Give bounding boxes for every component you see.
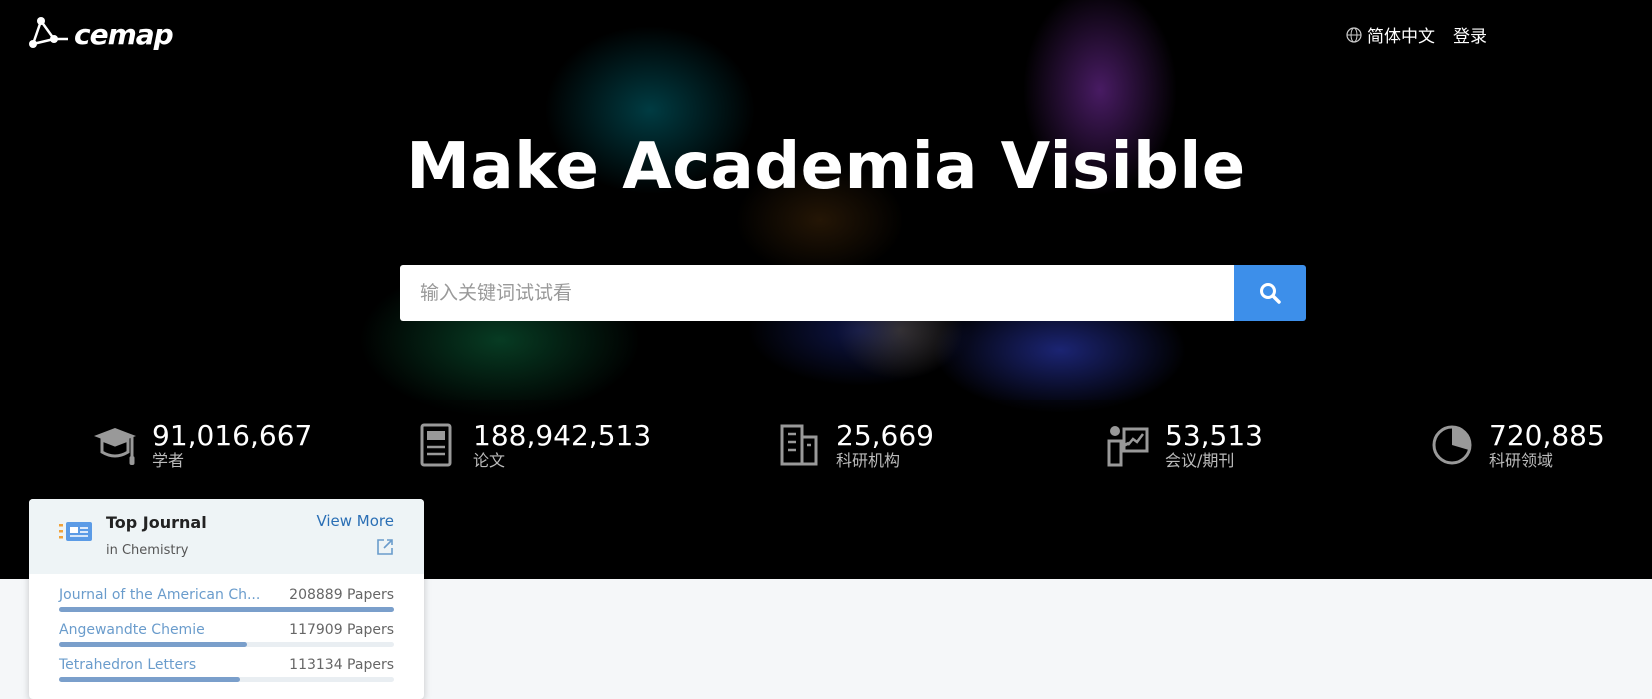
stat-fields: 720,885 科研领域: [1427, 420, 1605, 470]
hero-headline: Make Academia Visible: [406, 130, 1246, 204]
journal-bar-fill: [59, 642, 247, 647]
graduation-cap-icon: [90, 420, 140, 470]
stat-label: 会议/期刊: [1165, 451, 1235, 470]
pie-chart-icon: [1427, 420, 1477, 470]
hero-banner: cemap 简体中文 登录 Make Academia Visible 输入关键…: [0, 0, 1652, 579]
journal-paper-count: 208889 Papers: [289, 587, 394, 603]
search-bar: [400, 265, 1306, 321]
stat-value: 53,513: [1165, 419, 1263, 452]
stats-row: 91,016,667 学者 188,942,513 论文 25,669 科研机构…: [0, 420, 1652, 480]
building-icon: [774, 420, 824, 470]
stat-label: 论文: [473, 451, 506, 470]
top-journal-card: Top Journal in Chemistry View More Journ…: [29, 499, 424, 699]
language-switcher[interactable]: 简体中文: [1346, 22, 1435, 47]
search-icon: [1260, 283, 1281, 304]
external-link-icon[interactable]: [376, 538, 394, 560]
stat-value: 25,669: [836, 419, 934, 452]
journal-paper-count: 117909 Papers: [289, 622, 394, 638]
stat-value: 188,942,513: [473, 419, 652, 452]
journal-bar: [59, 677, 394, 682]
journal-icon: [59, 521, 93, 547]
top-nav: 简体中文 登录: [1346, 22, 1487, 47]
search-button[interactable]: [1234, 265, 1306, 321]
journal-name[interactable]: Journal of the American Ch...: [59, 587, 260, 603]
view-more-link[interactable]: View More: [316, 512, 394, 530]
language-label: 简体中文: [1367, 27, 1435, 47]
top-journal-title: Top Journal: [106, 513, 207, 532]
logo[interactable]: cemap: [28, 14, 174, 54]
presentation-icon: [1103, 420, 1153, 470]
stat-label: 学者: [152, 451, 185, 470]
stat-value: 720,885: [1489, 419, 1605, 452]
logo-icon: [29, 17, 68, 48]
journal-bar: [59, 642, 394, 647]
stat-institutions: 25,669 科研机构: [774, 420, 934, 470]
logo-text: cemap: [74, 17, 174, 51]
stat-label: 科研领域: [1489, 451, 1554, 470]
document-icon: [411, 420, 461, 470]
stat-papers: 188,942,513 论文: [411, 420, 651, 470]
journal-paper-count: 113134 Papers: [289, 657, 394, 673]
journal-bar-fill: [59, 677, 240, 682]
top-journal-header: Top Journal in Chemistry View More: [29, 499, 424, 574]
journal-bar: [59, 607, 394, 612]
journal-name[interactable]: Tetrahedron Letters: [59, 657, 196, 673]
stat-scholars: 91,016,667 学者: [90, 420, 312, 470]
journal-name[interactable]: Angewandte Chemie: [59, 622, 205, 638]
globe-icon: [1346, 26, 1362, 43]
stat-value: 91,016,667: [152, 419, 313, 452]
journal-bar-fill: [59, 607, 394, 612]
stat-venues: 53,513 会议/期刊: [1103, 420, 1263, 470]
login-link[interactable]: 登录: [1453, 22, 1487, 47]
search-input[interactable]: [400, 265, 1234, 321]
top-journal-subtitle: in Chemistry: [106, 543, 189, 558]
stat-label: 科研机构: [836, 451, 901, 470]
